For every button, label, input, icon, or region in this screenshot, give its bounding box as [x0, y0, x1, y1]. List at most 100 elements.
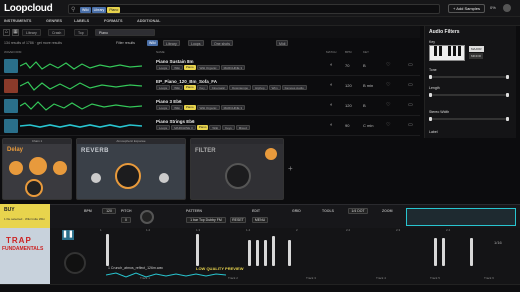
length-slider[interactable]: [429, 93, 509, 97]
sequencer-step[interactable]: [256, 240, 259, 266]
tab-crash[interactable]: Crash: [48, 29, 66, 36]
monitor-icon[interactable]: ▭: [408, 82, 414, 88]
sequencer-step[interactable]: [106, 234, 109, 266]
tag[interactable]: Key: [196, 85, 208, 90]
search-input[interactable]: ⚲ Wiki Library Piano: [68, 4, 440, 14]
reverb-plugin[interactable]: Atmospheric Expanse REVERB: [76, 138, 186, 200]
monitor-icon[interactable]: ▭: [408, 102, 414, 108]
tag[interactable]: Wim: [268, 85, 281, 90]
col-match[interactable]: MATCH: [326, 50, 336, 54]
heart-icon[interactable]: ♡: [386, 82, 392, 88]
record-knob[interactable]: [64, 252, 86, 274]
grid-icon[interactable]: ▦: [12, 29, 19, 36]
bpm-input[interactable]: 120: [102, 208, 116, 214]
search-chip-wiki[interactable]: Wiki: [80, 7, 91, 13]
filter-knob-resonance[interactable]: [265, 148, 277, 160]
tag[interactable]: Downtempo: [229, 85, 252, 90]
menu-additional[interactable]: ADDITIONAL: [137, 19, 160, 23]
sample-name[interactable]: EP_Piano_120_Bm_Sofa_FA: [156, 79, 217, 84]
reverb-knob-mix[interactable]: [159, 173, 169, 183]
add-samples-button[interactable]: + Add Samples: [448, 4, 486, 13]
sample-name[interactable]: Piano Strings Eb6: [156, 119, 195, 124]
tag[interactable]: Wiki: [171, 85, 183, 90]
delay-plugin[interactable]: Chain 1 Delay: [2, 138, 72, 200]
tag[interactable]: Wiki: [171, 105, 183, 110]
tab-top[interactable]: Top: [74, 29, 88, 36]
tag[interactable]: MARCHINE 3: [171, 125, 196, 130]
stereo-slider[interactable]: [429, 117, 509, 121]
tag[interactable]: Loops: [156, 125, 171, 130]
sequencer[interactable]: ❚❚ 1 1.2 1.3 1.4 2 2.2 2.3 2.4 1/16 1 Cr…: [50, 228, 520, 284]
filter-plugin[interactable]: FILTER: [190, 138, 284, 200]
menu-labels[interactable]: LABELS: [74, 19, 89, 23]
table-row[interactable]: EP_Piano_120_Bm_Sofa_FA Loops Wiki Piano Ke…: [0, 76, 420, 96]
heart-icon[interactable]: ♡: [386, 122, 392, 128]
menu-instruments[interactable]: INSTRUMENTS: [4, 19, 31, 23]
pattern-select[interactable]: 1 bar Top Dubby FM: [186, 217, 226, 223]
delay-knob-feedback[interactable]: [29, 157, 47, 175]
sequencer-step[interactable]: [470, 238, 473, 266]
col-name[interactable]: NAME: [156, 50, 165, 54]
col-bpm[interactable]: BPM: [345, 50, 352, 54]
monitor-icon[interactable]: ▭: [408, 122, 414, 128]
tag[interactable]: Cinematic: [208, 85, 229, 90]
delay-knob-mix[interactable]: [53, 161, 67, 175]
sequencer-step[interactable]: [264, 240, 267, 266]
tag[interactable]: Piano: [183, 65, 196, 70]
buy-label[interactable]: BUY: [4, 207, 15, 213]
reverb-knob-main[interactable]: [115, 163, 141, 189]
delay-knob-time[interactable]: [9, 161, 23, 175]
home-icon[interactable]: ⌂: [3, 29, 10, 36]
tag[interactable]: Piano: [183, 85, 196, 90]
sequencer-step[interactable]: [248, 240, 251, 266]
play-button[interactable]: ❚❚: [62, 230, 74, 240]
sequencer-step[interactable]: [434, 238, 437, 266]
menu-genres[interactable]: GENRES: [46, 19, 62, 23]
search-chip-piano[interactable]: Piano: [107, 7, 121, 13]
filter-loops[interactable]: Loops: [188, 40, 204, 46]
app-logo[interactable]: Loopcloud: [4, 3, 53, 14]
pitch-input[interactable]: 0: [121, 217, 131, 223]
buy-panel[interactable]: BUY 1 file selected · Wiki Indie Wiki: [0, 204, 50, 228]
tag[interactable]: MARCHINE 3: [220, 65, 246, 70]
tag[interactable]: Loops: [156, 65, 171, 70]
tag[interactable]: Wiki Organic: [196, 105, 220, 110]
tab-library[interactable]: Library: [22, 29, 41, 36]
sample-name[interactable]: Piano 3 Eb6: [156, 99, 182, 104]
tag[interactable]: Piano: [196, 125, 209, 130]
tag[interactable]: MARCHINE 3: [220, 105, 246, 110]
tag[interactable]: Wiki: [171, 65, 183, 70]
tag[interactable]: Wiki: [209, 125, 222, 130]
reverb-knob-size[interactable]: [91, 173, 101, 183]
tag[interactable]: Wiki Organic: [196, 65, 220, 70]
filter-library[interactable]: Library: [163, 40, 180, 46]
filter-midi[interactable]: Midi: [276, 40, 289, 46]
major-toggle[interactable]: MAJOR: [469, 46, 484, 52]
filter-wiki[interactable]: Wiki: [147, 40, 158, 46]
minor-toggle[interactable]: MINOR: [469, 53, 483, 59]
add-plugin-icon[interactable]: +: [288, 164, 293, 173]
col-waveform[interactable]: WAVEFORM: [4, 50, 21, 54]
tag[interactable]: Piano: [183, 105, 196, 110]
menu-button[interactable]: MENU: [252, 217, 268, 223]
sample-name[interactable]: Piano Sustain 8m: [156, 59, 194, 64]
sequencer-step[interactable]: [442, 238, 445, 266]
tag[interactable]: Mixed: [235, 125, 250, 130]
pack-cover[interactable]: TRAP FUNDAMENTALS: [0, 228, 50, 284]
heart-icon[interactable]: ♡: [386, 102, 392, 108]
user-icon[interactable]: [503, 4, 511, 12]
sequencer-step[interactable]: [196, 234, 199, 266]
reset-button[interactable]: RESET: [230, 217, 246, 223]
sequencer-step[interactable]: [288, 240, 291, 266]
table-row[interactable]: Piano Sustain 8m Loops Wiki Piano Wiki Orga…: [0, 56, 420, 76]
snap-select[interactable]: 1/4 DOT: [348, 208, 368, 214]
filter-one-shots[interactable]: One shots: [211, 40, 233, 46]
heart-icon[interactable]: ♡: [386, 62, 392, 68]
tag[interactable]: Loops: [156, 85, 171, 90]
sequencer-step[interactable]: [272, 236, 275, 266]
filter-knob-cutoff[interactable]: [225, 163, 251, 189]
col-key[interactable]: KEY: [363, 50, 369, 54]
tag[interactable]: Loops: [156, 105, 171, 110]
tag[interactable]: Famous Audio: [281, 85, 307, 90]
monitor-icon[interactable]: ▭: [408, 62, 414, 68]
